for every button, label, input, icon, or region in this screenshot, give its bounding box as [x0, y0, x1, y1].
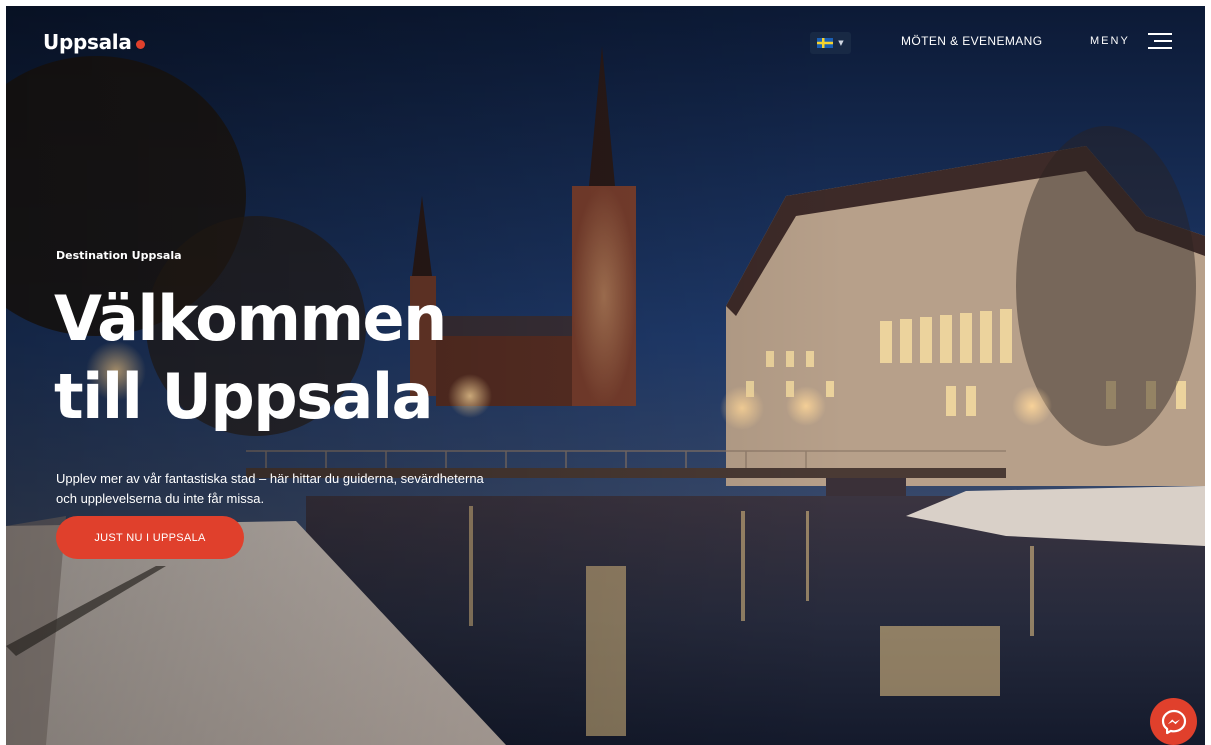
hero-eyebrow: Destination Uppsala — [56, 249, 182, 262]
messenger-icon — [1161, 709, 1186, 734]
headline-line-2: till Uppsala — [54, 360, 433, 433]
meetings-events-link[interactable]: MÖTEN & EVENEMANG — [901, 34, 1042, 48]
menu-label: MENY — [1090, 35, 1130, 47]
hamburger-icon — [1147, 33, 1172, 49]
chevron-down-icon: ▼ — [838, 38, 844, 47]
uppsala-logo[interactable]: Uppsala — [43, 30, 145, 54]
logo-text: Uppsala — [43, 30, 132, 54]
headline-line-1: Välkommen — [54, 282, 447, 355]
just-nu-cta-button[interactable]: JUST NU I UPPSALA — [56, 516, 244, 559]
hero-subtext: Upplev mer av vår fantastiska stad – här… — [56, 471, 484, 506]
logo-dot-icon — [135, 40, 145, 49]
language-selector[interactable]: ▼ — [810, 32, 851, 54]
menu-button[interactable]: MENY — [1090, 32, 1172, 50]
messenger-chat-button[interactable] — [1150, 698, 1197, 745]
hero-section: Uppsala ▼ MÖTEN & EVENEMANG MENY Destina… — [6, 6, 1205, 745]
hero-headline: Välkommen till Uppsala — [54, 280, 614, 436]
swedish-flag-icon — [817, 38, 834, 48]
